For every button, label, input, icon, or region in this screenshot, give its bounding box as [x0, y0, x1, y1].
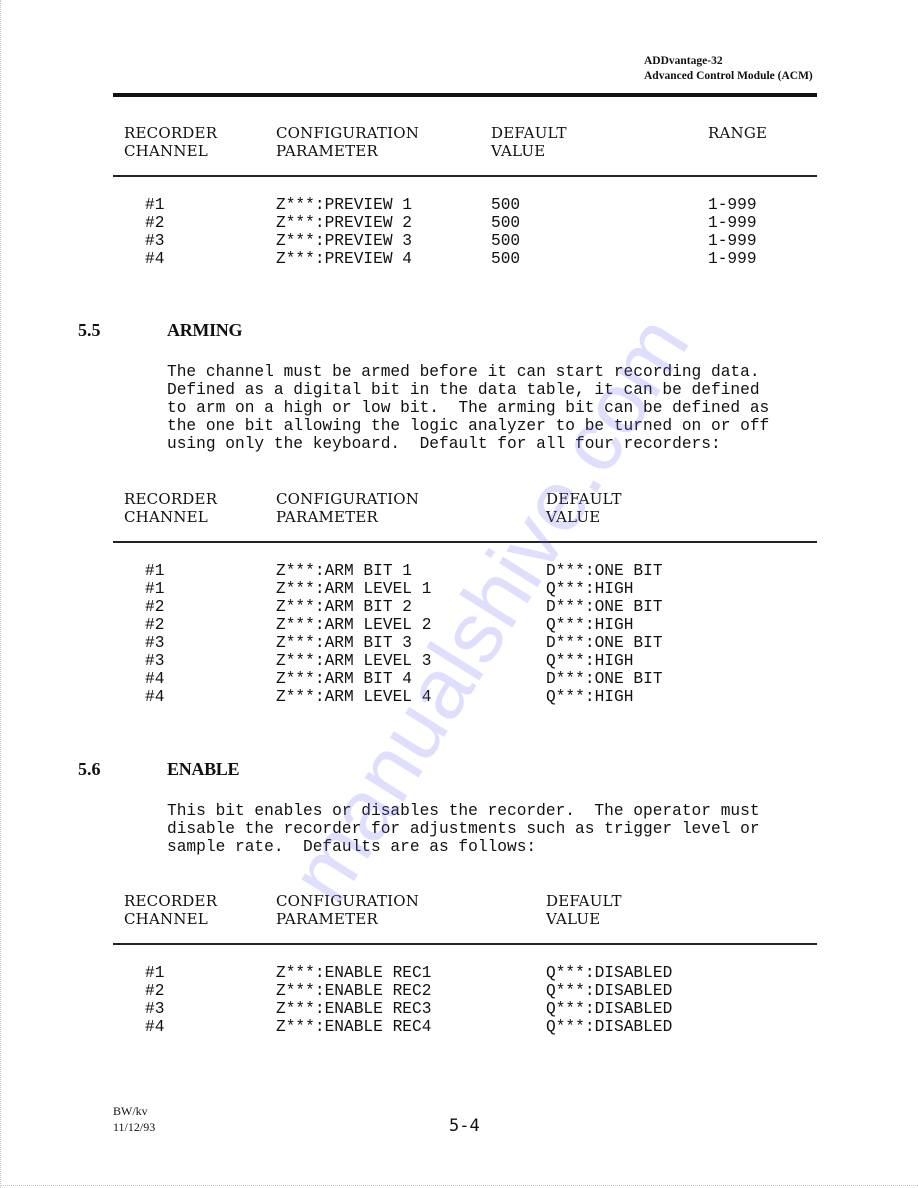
page-number: 5-4	[449, 1116, 480, 1136]
document-page: ADDvantage-32 Advanced Control Module (A…	[0, 0, 918, 1188]
col-header-channel: RECORDER CHANNEL	[124, 490, 218, 526]
table-cell: #4	[145, 1018, 165, 1036]
table-cell: #1	[145, 964, 165, 982]
col-header-channel: RECORDER CHANNEL	[124, 892, 218, 928]
col-default: 500 500 500 500	[491, 196, 520, 268]
table-cell: #3	[145, 652, 165, 670]
header-module: Advanced Control Module (ACM)	[644, 70, 813, 82]
table-cell: Z***:ARM LEVEL 2	[276, 616, 432, 634]
section-paragraph: The channel must be armed before it can …	[167, 363, 770, 453]
table-cell: Z***:ENABLE REC2	[276, 982, 432, 1000]
table-cell: D***:ONE BIT	[546, 562, 663, 580]
col-header-parameter: CONFIGURATION PARAMETER	[276, 124, 420, 160]
table-cell: Z***:ARM LEVEL 4	[276, 688, 432, 706]
scan-edge-bottom	[0, 1185, 918, 1187]
section-number: 5.5	[78, 320, 101, 340]
table-rule	[113, 943, 817, 945]
footer-date: 11/12/93	[113, 1120, 156, 1134]
table-cell: #2	[145, 982, 165, 1000]
table-cell: #3	[145, 634, 165, 652]
table-cell: Z***:PREVIEW 1	[276, 196, 412, 214]
table-cell: Z***:ARM LEVEL 3	[276, 652, 432, 670]
table-cell: Z***:ARM BIT 3	[276, 634, 412, 652]
table-cell: 500	[491, 214, 521, 232]
col-header-default: DEFAULT VALUE	[491, 124, 567, 160]
table-cell: 500	[491, 250, 521, 268]
col-header-default: DEFAULT VALUE	[546, 892, 622, 928]
table-cell: #3	[145, 232, 165, 250]
table-cell: Z***:ARM BIT 1	[276, 562, 412, 580]
col-channel: #1 #1 #2 #2 #3 #3 #4 #4	[145, 562, 164, 706]
table-cell: #4	[145, 670, 165, 688]
table-cell: Q***:DISABLED	[546, 1000, 673, 1018]
col-parameter: Z***:PREVIEW 1 Z***:PREVIEW 2 Z***:PREVIEW…	[276, 196, 412, 268]
table-cell: 500	[491, 196, 521, 214]
col-parameter: Z***:ENABLE REC1 Z***:ENABLE REC2 Z***:ENA…	[276, 964, 431, 1036]
header-rule	[113, 93, 817, 97]
table-cell: Z***:ENABLE REC3	[276, 1000, 432, 1018]
table-cell: D***:ONE BIT	[546, 634, 663, 652]
table-cell: Q***:HIGH	[546, 688, 634, 706]
table-cell: D***:ONE BIT	[546, 598, 663, 616]
table-cell: Z***:ENABLE REC4	[276, 1018, 432, 1036]
table-cell: Q***:DISABLED	[546, 982, 673, 1000]
table-cell: 1-999	[708, 214, 757, 232]
table-cell: #2	[145, 616, 165, 634]
table-cell: #4	[145, 250, 165, 268]
col-header-parameter: CONFIGURATION PARAMETER	[276, 490, 420, 526]
table-cell: 1-999	[708, 232, 757, 250]
header-product: ADDvantage-32	[644, 55, 723, 67]
table-cell: #1	[145, 580, 165, 598]
table-cell: Z***:PREVIEW 3	[276, 232, 412, 250]
table-rule	[113, 541, 817, 543]
table-cell: D***:ONE BIT	[546, 670, 663, 688]
col-header-channel: RECORDER CHANNEL	[124, 124, 218, 160]
table-cell: #2	[145, 598, 165, 616]
table-cell: Z***:ARM BIT 2	[276, 598, 412, 616]
col-channel: #1 #2 #3 #4	[145, 964, 164, 1036]
table-cell: 500	[491, 232, 521, 250]
table-cell: #4	[145, 688, 165, 706]
footer-author: BW/kv	[113, 1104, 148, 1118]
col-parameter: Z***:ARM BIT 1 Z***:ARM LEVEL 1 Z***:ARM B…	[276, 562, 431, 706]
table-rule	[113, 175, 817, 177]
col-channel: #1 #2 #3 #4	[145, 196, 164, 268]
section-paragraph: This bit enables or disables the recorde…	[167, 802, 760, 856]
table-cell: Q***:DISABLED	[546, 1018, 673, 1036]
section-number: 5.6	[78, 759, 101, 779]
col-header-default: DEFAULT VALUE	[546, 490, 622, 526]
table-cell: Q***:HIGH	[546, 616, 634, 634]
col-header-parameter: CONFIGURATION PARAMETER	[276, 892, 420, 928]
table-cell: Q***:HIGH	[546, 652, 634, 670]
table-cell: 1-999	[708, 250, 757, 268]
table-cell: 1-999	[708, 196, 757, 214]
table-cell: Z***:PREVIEW 4	[276, 250, 412, 268]
table-cell: #3	[145, 1000, 165, 1018]
table-cell: Q***:HIGH	[546, 580, 634, 598]
table-cell: Q***:DISABLED	[546, 964, 673, 982]
table-cell: Z***:ARM BIT 4	[276, 670, 412, 688]
table-cell: #1	[145, 196, 165, 214]
scan-edge-left	[0, 0, 2, 1188]
table-cell: Z***:ENABLE REC1	[276, 964, 432, 982]
col-header-range: RANGE	[708, 124, 768, 142]
table-cell: #1	[145, 562, 165, 580]
section-title: ENABLE	[167, 759, 240, 779]
col-range: 1-999 1-999 1-999 1-999	[708, 196, 757, 268]
table-cell: Z***:PREVIEW 2	[276, 214, 412, 232]
col-default: Q***:DISABLED Q***:DISABLED Q***:DISABLED Q…	[546, 964, 672, 1036]
table-cell: #2	[145, 214, 165, 232]
col-default: D***:ONE BIT Q***:HIGH D***:ONE BIT Q***:HI…	[546, 562, 663, 706]
section-title: ARMING	[167, 320, 243, 340]
table-cell: Z***:ARM LEVEL 1	[276, 580, 432, 598]
